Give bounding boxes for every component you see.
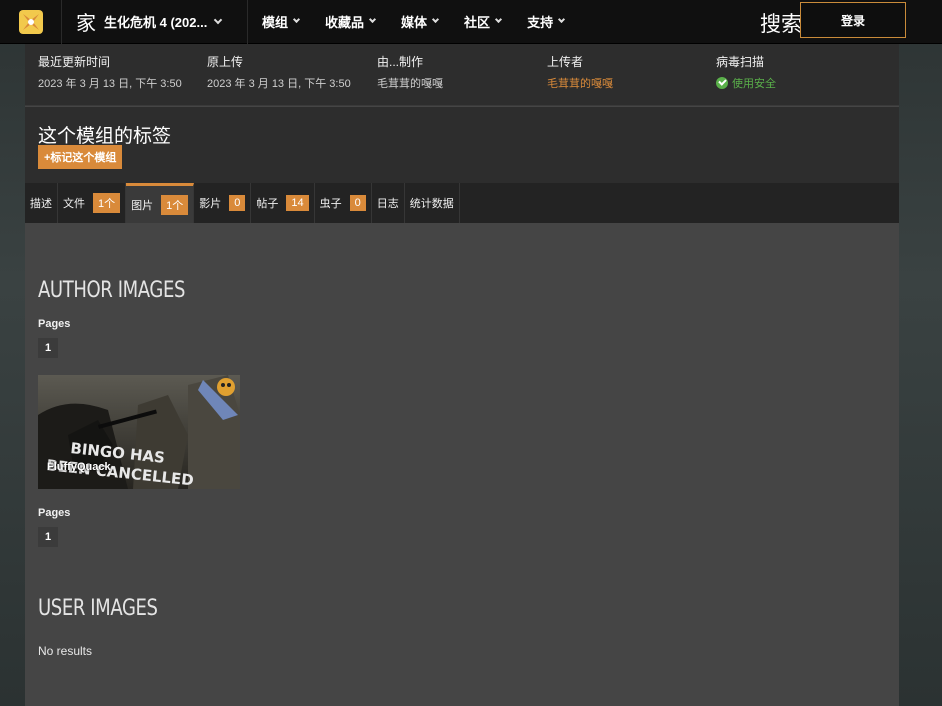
tab-stats-label: 统计数据 bbox=[409, 198, 454, 210]
tab-files-label: 文件 bbox=[63, 198, 85, 210]
tab-logs-label: 日志 bbox=[376, 198, 399, 210]
menu-community-label: 社区 bbox=[464, 15, 491, 30]
pages-label: Pages bbox=[38, 318, 71, 330]
tags-section: 这个模组的标签 +标记这个模组 bbox=[25, 107, 899, 183]
menu-support[interactable]: 支持 bbox=[513, 12, 576, 31]
tab-videos-label: 影片 bbox=[199, 198, 222, 210]
game-selector[interactable]: 家 生化危机 4 (202... bbox=[62, 0, 248, 44]
mod-page-panel: 最近更新时间 2023 年 3 月 13 日, 下午 3:50 原上传 2023… bbox=[25, 44, 899, 706]
thumbnail-author[interactable]: FluffyQuack bbox=[47, 461, 111, 473]
page-1-button-bottom[interactable]: 1 bbox=[38, 527, 58, 547]
top-navigation: 家 生化危机 4 (202... 模组 收藏品 媒体 社区 支持 搜索 登录 bbox=[0, 0, 942, 44]
mod-tabs: 描述 文件 1个 图片 1个 影片 0 帖子 14 虫子 0 日志 统计数据 bbox=[25, 183, 899, 223]
menu-media-label: 媒体 bbox=[401, 15, 428, 30]
uploaded-by-label: 上传者 bbox=[547, 55, 584, 69]
tab-posts[interactable]: 帖子 14 bbox=[251, 183, 315, 223]
tab-logs[interactable]: 日志 bbox=[372, 183, 405, 223]
tab-images-label: 图片 bbox=[131, 199, 154, 212]
chevron-down-icon bbox=[368, 15, 377, 24]
tab-description[interactable]: 描述 bbox=[25, 183, 58, 223]
menu-mods[interactable]: 模组 bbox=[248, 12, 311, 31]
site-logo-icon bbox=[18, 9, 43, 34]
tab-bugs[interactable]: 虫子 0 bbox=[315, 183, 372, 223]
created-by: 由...制作 毛茸茸的嘎嘎 bbox=[377, 53, 443, 91]
menu-community[interactable]: 社区 bbox=[450, 12, 513, 31]
created-by-label: 由...制作 bbox=[377, 55, 424, 69]
tab-bugs-count: 0 bbox=[349, 195, 366, 211]
tab-posts-count: 14 bbox=[286, 195, 309, 211]
menu-collections-label: 收藏品 bbox=[325, 15, 365, 30]
login-button[interactable]: 登录 bbox=[800, 2, 906, 38]
virus-scan-value: 使用安全 bbox=[732, 78, 776, 90]
main-menu: 模组 收藏品 媒体 社区 支持 bbox=[248, 0, 576, 44]
original-upload-value: 2023 年 3 月 13 日, 下午 3:50 bbox=[207, 78, 351, 90]
uploaded-by: 上传者 毛茸茸的嘎嘎 bbox=[547, 53, 613, 91]
last-updated: 最近更新时间 2023 年 3 月 13 日, 下午 3:50 bbox=[38, 53, 182, 91]
search-button[interactable]: 搜索 bbox=[760, 8, 802, 38]
tab-videos-count: 0 bbox=[229, 195, 246, 211]
tags-title: 这个模组的标签 bbox=[38, 126, 172, 147]
author-image-thumbnail[interactable]: BINGO HAS BEEN CANCELLED FluffyQuack bbox=[38, 375, 240, 489]
game-home-link[interactable]: 家 bbox=[76, 7, 96, 36]
chevron-down-icon bbox=[432, 15, 440, 24]
tab-bugs-label: 虫子 bbox=[319, 198, 342, 210]
original-upload-label: 原上传 bbox=[207, 55, 244, 69]
check-circle-icon bbox=[716, 77, 728, 89]
site-logo[interactable] bbox=[0, 0, 62, 44]
menu-media[interactable]: 媒体 bbox=[387, 12, 450, 31]
user-images-title: USER IMAGES bbox=[38, 596, 158, 621]
mod-meta-bar: 最近更新时间 2023 年 3 月 13 日, 下午 3:50 原上传 2023… bbox=[25, 44, 899, 106]
tab-stats[interactable]: 统计数据 bbox=[405, 183, 460, 223]
chevron-down-icon bbox=[292, 15, 301, 24]
menu-support-label: 支持 bbox=[527, 15, 554, 30]
last-updated-label: 最近更新时间 bbox=[38, 55, 111, 69]
tab-images-count: 1个 bbox=[161, 194, 189, 215]
chevron-down-icon bbox=[214, 15, 223, 24]
no-results-text: No results bbox=[38, 644, 93, 658]
created-by-value: 毛茸茸的嘎嘎 bbox=[377, 78, 443, 90]
tag-this-mod-button[interactable]: +标记这个模组 bbox=[38, 145, 123, 169]
menu-collections[interactable]: 收藏品 bbox=[311, 12, 387, 31]
chevron-down-icon bbox=[495, 15, 503, 24]
tab-description-label: 描述 bbox=[30, 198, 52, 210]
original-upload: 原上传 2023 年 3 月 13 日, 下午 3:50 bbox=[207, 53, 351, 91]
tab-videos[interactable]: 影片 0 bbox=[194, 183, 252, 223]
game-name: 生化危机 4 (202... bbox=[104, 15, 208, 30]
uploaded-by-link[interactable]: 毛茸茸的嘎嘎 bbox=[547, 75, 613, 91]
virus-scan-status: 使用安全 bbox=[716, 75, 776, 91]
page-1-button[interactable]: 1 bbox=[38, 338, 58, 358]
tab-posts-label: 帖子 bbox=[256, 198, 279, 210]
virus-scan-label: 病毒扫描 bbox=[716, 55, 765, 69]
chevron-down-icon bbox=[558, 15, 566, 24]
tab-images[interactable]: 图片 1个 bbox=[126, 183, 195, 223]
tab-files[interactable]: 文件 1个 bbox=[58, 183, 127, 223]
author-images-title: AUTHOR IMAGES bbox=[38, 278, 186, 303]
last-updated-value: 2023 年 3 月 13 日, 下午 3:50 bbox=[38, 78, 182, 90]
virus-scan: 病毒扫描 使用安全 bbox=[716, 53, 776, 91]
tab-files-count: 1个 bbox=[93, 193, 121, 213]
menu-mods-label: 模组 bbox=[262, 15, 289, 30]
pages-label-bottom: Pages bbox=[38, 507, 71, 519]
